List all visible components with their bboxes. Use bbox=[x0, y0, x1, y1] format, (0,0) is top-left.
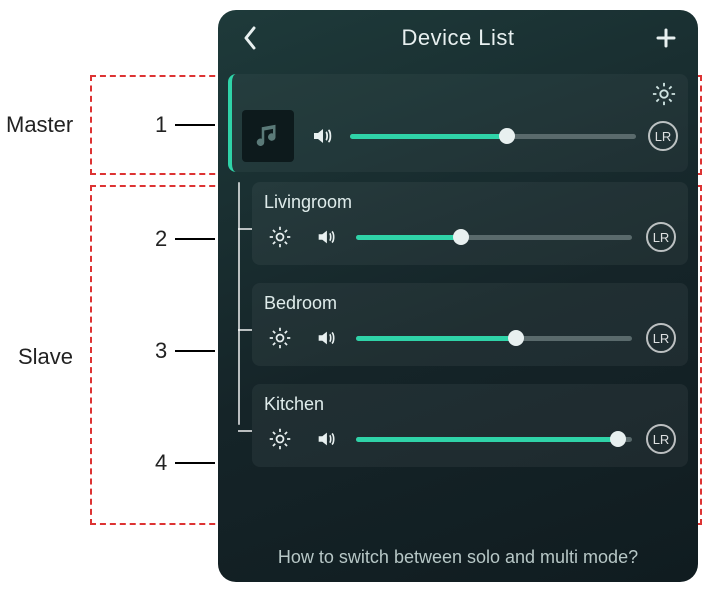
master-device-card: LR bbox=[228, 74, 688, 172]
annotation-leader-2 bbox=[175, 238, 215, 240]
speaker-icon bbox=[310, 124, 334, 148]
slave-device-card: Bedroom LR bbox=[252, 283, 688, 366]
help-hint-text: How to switch between solo and multi mod… bbox=[278, 547, 638, 567]
channel-label: LR bbox=[653, 331, 670, 346]
slider-thumb bbox=[508, 330, 524, 346]
gear-icon bbox=[267, 325, 293, 351]
slave-channel-button[interactable]: LR bbox=[646, 222, 676, 252]
back-button[interactable] bbox=[232, 20, 268, 56]
slider-fill bbox=[356, 437, 618, 442]
slider-thumb bbox=[610, 431, 626, 447]
music-note-icon bbox=[253, 121, 283, 151]
gear-icon bbox=[267, 426, 293, 452]
slave-volume-slider[interactable] bbox=[356, 427, 632, 451]
master-mute-button[interactable] bbox=[306, 120, 338, 152]
page-title: Device List bbox=[268, 25, 648, 51]
annotation-leader-1 bbox=[175, 124, 215, 126]
master-settings-button[interactable] bbox=[648, 78, 680, 110]
annotation-leader-3 bbox=[175, 350, 215, 352]
annotation-master-label: Master bbox=[6, 112, 73, 138]
annotation-num-2: 2 bbox=[155, 226, 167, 252]
slave-name-label: Kitchen bbox=[264, 394, 676, 415]
channel-label: LR bbox=[653, 432, 670, 447]
channel-label: LR bbox=[655, 129, 672, 144]
slider-fill bbox=[350, 134, 507, 139]
master-channel-button[interactable]: LR bbox=[648, 121, 678, 151]
slave-settings-button[interactable] bbox=[264, 423, 296, 455]
slave-mute-button[interactable] bbox=[310, 221, 342, 253]
annotation-num-3: 3 bbox=[155, 338, 167, 364]
slave-mute-button[interactable] bbox=[310, 423, 342, 455]
slave-name-label: Livingroom bbox=[264, 192, 676, 213]
gear-icon bbox=[267, 224, 293, 250]
chevron-left-icon bbox=[241, 25, 259, 51]
gear-icon bbox=[650, 80, 678, 108]
plus-icon bbox=[655, 27, 677, 49]
slave-name-label: Bedroom bbox=[264, 293, 676, 314]
slave-device-tree: Livingroom LR Bedroom bbox=[228, 182, 688, 467]
slider-fill bbox=[356, 235, 461, 240]
slave-device-card: Livingroom LR bbox=[252, 182, 688, 265]
channel-label: LR bbox=[653, 230, 670, 245]
annotation-num-1: 1 bbox=[155, 112, 167, 138]
slave-channel-button[interactable]: LR bbox=[646, 323, 676, 353]
slave-volume-slider[interactable] bbox=[356, 225, 632, 249]
slider-thumb bbox=[499, 128, 515, 144]
slave-settings-button[interactable] bbox=[264, 322, 296, 354]
annotation-slave-label: Slave bbox=[18, 344, 73, 370]
slider-thumb bbox=[453, 229, 469, 245]
slider-fill bbox=[356, 336, 516, 341]
slave-device-card: Kitchen LR bbox=[252, 384, 688, 467]
slave-channel-button[interactable]: LR bbox=[646, 424, 676, 454]
now-playing-art[interactable] bbox=[242, 110, 294, 162]
slave-settings-button[interactable] bbox=[264, 221, 296, 253]
add-device-button[interactable] bbox=[648, 20, 684, 56]
help-hint-link[interactable]: How to switch between solo and multi mod… bbox=[218, 533, 698, 582]
speaker-icon bbox=[315, 226, 337, 248]
speaker-icon bbox=[315, 327, 337, 349]
annotation-leader-4 bbox=[175, 462, 215, 464]
speaker-icon bbox=[315, 428, 337, 450]
slave-mute-button[interactable] bbox=[310, 322, 342, 354]
device-list-screen: Device List LR Livingroom bbox=[218, 10, 698, 582]
slave-volume-slider[interactable] bbox=[356, 326, 632, 350]
annotation-num-4: 4 bbox=[155, 450, 167, 476]
header-bar: Device List bbox=[218, 10, 698, 66]
master-volume-slider[interactable] bbox=[350, 124, 636, 148]
